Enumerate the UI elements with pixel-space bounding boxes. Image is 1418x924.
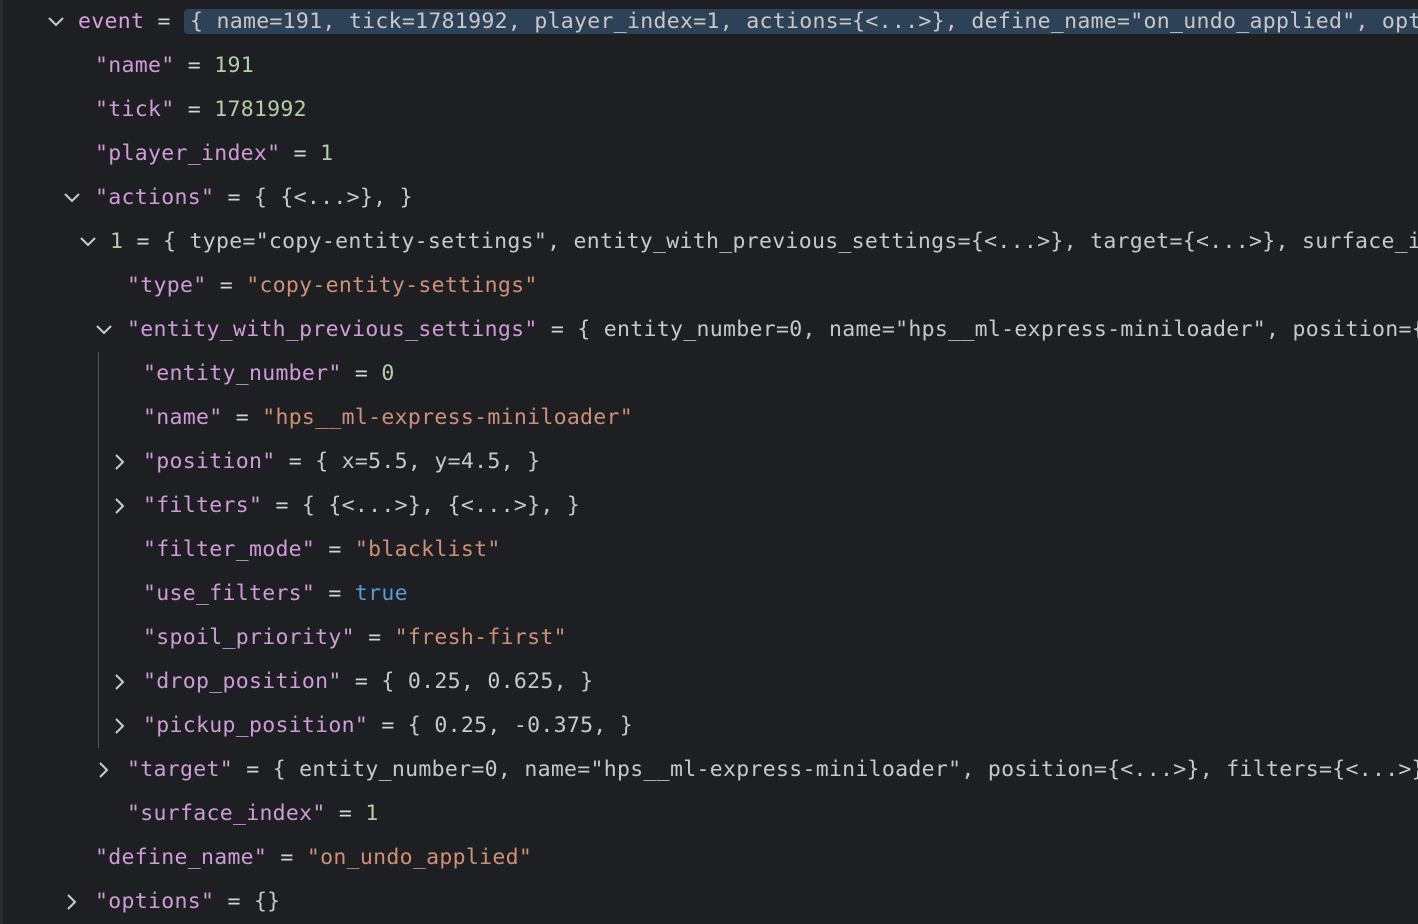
value-preview: { x=5.5, y=4.5, } <box>315 449 541 474</box>
tree-row-player-index[interactable]: "player_index" = 1 <box>0 132 1418 176</box>
value-preview: { {<...>}, {<...>}, } <box>301 493 581 518</box>
variable-key: "filters" <box>143 493 263 518</box>
variable-key: "entity_number" <box>143 361 342 386</box>
chevron-right-icon[interactable] <box>61 891 83 913</box>
tree-row-pickup-position[interactable]: "pickup_position" = { 0.25, -0.375, } <box>0 704 1418 748</box>
tree-row-action-1[interactable]: 1 = { type="copy-entity-settings", entit… <box>0 220 1418 264</box>
chevron-right-icon[interactable] <box>109 451 131 473</box>
variable-value: 1 <box>365 801 379 826</box>
variable-key: "player_index" <box>95 141 281 166</box>
variable-value: 0 <box>381 361 395 386</box>
chevron-down-icon[interactable] <box>45 11 67 33</box>
variable-value: 1781992 <box>214 97 307 122</box>
variable-value: 1 <box>320 141 334 166</box>
variable-key: "pickup_position" <box>143 713 369 738</box>
value-preview: { 0.25, 0.625, } <box>381 669 594 694</box>
value-preview: { {<...>}, } <box>253 185 413 210</box>
tree-row-entity-with-previous-settings[interactable]: "entity_with_previous_settings" = { enti… <box>0 308 1418 352</box>
tree-row-tick[interactable]: "tick" = 1781992 <box>0 88 1418 132</box>
variable-key: "define_name" <box>95 845 268 870</box>
tree-row-entity-number[interactable]: "entity_number" = 0 <box>0 352 1418 396</box>
value-preview: { type="copy-entity-settings", entity_wi… <box>162 229 1418 254</box>
tree-row-use-filters[interactable]: "use_filters" = true <box>0 572 1418 616</box>
variable-key: "name" <box>143 405 223 430</box>
tree-row-define-name[interactable]: "define_name" = "on_undo_applied" <box>0 836 1418 880</box>
value-preview: {} <box>253 889 281 914</box>
variable-value: 191 <box>214 53 254 78</box>
variable-key: "use_filters" <box>143 581 316 606</box>
variable-value: "fresh-first" <box>394 625 567 650</box>
chevron-down-icon[interactable] <box>61 187 83 209</box>
chevron-right-icon[interactable] <box>109 495 131 517</box>
tree-row-filter-mode[interactable]: "filter_mode" = "blacklist" <box>0 528 1418 572</box>
chevron-right-icon[interactable] <box>93 759 115 781</box>
variable-key: "type" <box>127 273 207 298</box>
tree-row-name[interactable]: "name" = 191 <box>0 44 1418 88</box>
tree-row-type[interactable]: "type" = "copy-entity-settings" <box>0 264 1418 308</box>
variable-index: 1 <box>110 229 124 254</box>
tree-row-drop-position[interactable]: "drop_position" = { 0.25, 0.625, } <box>0 660 1418 704</box>
value-preview: { entity_number=0, name="hps__ml-express… <box>577 317 1418 342</box>
variable-key: "drop_position" <box>143 669 342 694</box>
variable-key: "entity_with_previous_settings" <box>127 317 538 342</box>
variable-key: "tick" <box>95 97 175 122</box>
chevron-down-icon[interactable] <box>93 319 115 341</box>
variable-key: "surface_index" <box>127 801 326 826</box>
variable-key: "options" <box>95 889 215 914</box>
variable-name: event <box>78 9 145 34</box>
variable-key: "filter_mode" <box>143 537 316 562</box>
tree-row-event[interactable]: event = { name=191, tick=1781992, player… <box>0 0 1418 44</box>
variable-key: "name" <box>95 53 175 78</box>
chevron-down-icon[interactable] <box>77 231 99 253</box>
tree-row-position[interactable]: "position" = { x=5.5, y=4.5, } <box>0 440 1418 484</box>
tree-row-filters[interactable]: "filters" = { {<...>}, {<...>}, } <box>0 484 1418 528</box>
variable-key: "spoil_priority" <box>143 625 355 650</box>
chevron-right-icon[interactable] <box>109 715 131 737</box>
tree-row-surface-index[interactable]: "surface_index" = 1 <box>0 792 1418 836</box>
variable-key: "actions" <box>95 185 215 210</box>
tree-row-actions[interactable]: "actions" = { {<...>}, } <box>0 176 1418 220</box>
value-preview: { name=191, tick=1781992, player_index=1… <box>183 9 1418 34</box>
chevron-right-icon[interactable] <box>109 671 131 693</box>
tree-row-options[interactable]: "options" = {} <box>0 880 1418 924</box>
variable-value: "hps__ml-express-miniloader" <box>262 405 634 430</box>
tree-row-target[interactable]: "target" = { entity_number=0, name="hps_… <box>0 748 1418 792</box>
variables-tree[interactable]: event = { name=191, tick=1781992, player… <box>0 0 1418 924</box>
variable-key: "position" <box>143 449 276 474</box>
variable-key: "target" <box>127 757 233 782</box>
value-preview: { 0.25, -0.375, } <box>407 713 634 738</box>
tree-row-entity-name[interactable]: "name" = "hps__ml-express-miniloader" <box>0 396 1418 440</box>
variable-value: "blacklist" <box>354 537 501 562</box>
variable-value: "copy-entity-settings" <box>246 273 538 298</box>
variable-value: "on_undo_applied" <box>306 845 533 870</box>
value-preview: { entity_number=0, name="hps__ml-express… <box>272 757 1418 782</box>
variable-value: true <box>354 581 408 606</box>
tree-row-spoil-priority[interactable]: "spoil_priority" = "fresh-first" <box>0 616 1418 660</box>
